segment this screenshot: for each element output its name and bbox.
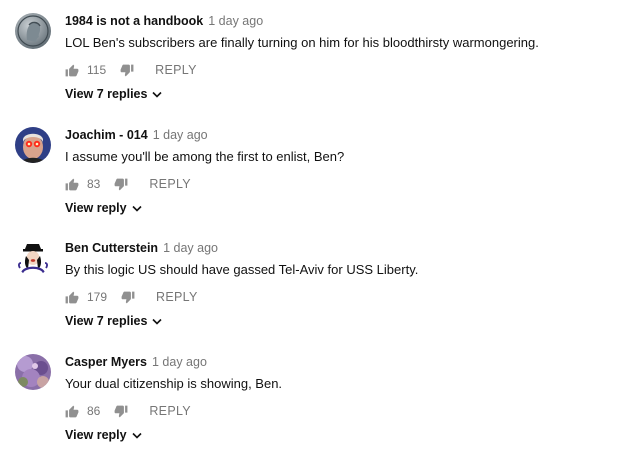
laser-eyes-portrait-icon — [15, 127, 51, 163]
like-button[interactable] — [65, 291, 79, 304]
thumbs-down-icon — [114, 178, 128, 190]
cartoon-character-icon — [15, 240, 51, 276]
thumbs-up-icon — [65, 64, 79, 76]
like-count: 179 — [87, 290, 108, 304]
view-replies-button[interactable]: View reply — [65, 201, 142, 215]
comment-actions: 179 REPLY — [65, 289, 198, 305]
view-replies-label: View reply — [65, 201, 127, 215]
thumbs-up-icon — [65, 405, 79, 417]
avatar[interactable] — [15, 354, 51, 390]
like-button[interactable] — [65, 178, 79, 191]
comment-thread: Ben Cutterstein 1 day ago By this logic U… — [0, 227, 618, 340]
comment-actions: 86 REPLY — [65, 403, 191, 419]
dislike-button[interactable] — [114, 178, 128, 191]
reply-button[interactable]: REPLY — [149, 177, 191, 191]
dislike-button[interactable] — [121, 291, 135, 304]
comment-thread: Joachim - 014 1 day ago I assume you'll b… — [0, 114, 618, 227]
comment-header: 1984 is not a handbook 1 day ago — [65, 13, 263, 29]
author-name[interactable]: Joachim - 014 — [65, 128, 148, 142]
avatar[interactable] — [15, 240, 51, 276]
purple-photo-icon — [15, 354, 51, 390]
view-replies-button[interactable]: View reply — [65, 428, 142, 442]
author-name[interactable]: Casper Myers — [65, 355, 147, 369]
chevron-down-icon — [132, 432, 142, 439]
like-count: 115 — [87, 63, 107, 77]
comment-thread: Casper Myers 1 day ago Your dual citizens… — [0, 341, 618, 454]
view-replies-button[interactable]: View 7 replies — [65, 87, 163, 101]
view-replies-label: View 7 replies — [65, 314, 148, 328]
view-replies-label: View reply — [65, 428, 127, 442]
chevron-down-icon — [152, 91, 163, 98]
like-count: 83 — [87, 177, 101, 191]
view-replies-button[interactable]: View 7 replies — [65, 314, 163, 328]
dislike-button[interactable] — [114, 405, 128, 418]
chevron-down-icon — [132, 205, 142, 212]
comment-text: LOL Ben's subscribers are finally turnin… — [65, 35, 539, 50]
like-button[interactable] — [65, 405, 79, 418]
coin-portrait-icon — [15, 13, 51, 49]
thumbs-down-icon — [114, 405, 128, 417]
reply-button[interactable]: REPLY — [156, 290, 198, 304]
chevron-down-icon — [152, 318, 163, 325]
comment-text: I assume you'll be among the first to en… — [65, 149, 345, 164]
comment-header: Casper Myers 1 day ago — [65, 354, 207, 370]
avatar[interactable] — [15, 13, 51, 49]
reply-button[interactable]: REPLY — [149, 404, 191, 418]
thumbs-down-icon — [121, 291, 135, 303]
author-name[interactable]: 1984 is not a handbook — [65, 14, 203, 28]
view-replies-label: View 7 replies — [65, 87, 148, 101]
comment-text: Your dual citizenship is showing, Ben. — [65, 376, 283, 391]
comment-thread: 1984 is not a handbook 1 day ago LOL Ben'… — [0, 0, 618, 113]
thumbs-up-icon — [65, 178, 79, 190]
dislike-button[interactable] — [120, 64, 134, 77]
comment-header: Joachim - 014 1 day ago — [65, 127, 208, 143]
comment-text: By this logic US should have gassed Tel-… — [65, 262, 419, 277]
timestamp[interactable]: 1 day ago — [152, 355, 207, 369]
comment-header: Ben Cutterstein 1 day ago — [65, 240, 218, 256]
comment-actions: 83 REPLY — [65, 176, 191, 192]
author-name[interactable]: Ben Cutterstein — [65, 241, 158, 255]
like-count: 86 — [87, 404, 101, 418]
avatar[interactable] — [15, 127, 51, 163]
timestamp[interactable]: 1 day ago — [208, 14, 263, 28]
timestamp[interactable]: 1 day ago — [153, 128, 208, 142]
thumbs-down-icon — [120, 64, 134, 76]
thumbs-up-icon — [65, 291, 79, 303]
reply-button[interactable]: REPLY — [155, 63, 197, 77]
comment-actions: 115 REPLY — [65, 62, 197, 78]
timestamp[interactable]: 1 day ago — [163, 241, 218, 255]
like-button[interactable] — [65, 64, 79, 77]
